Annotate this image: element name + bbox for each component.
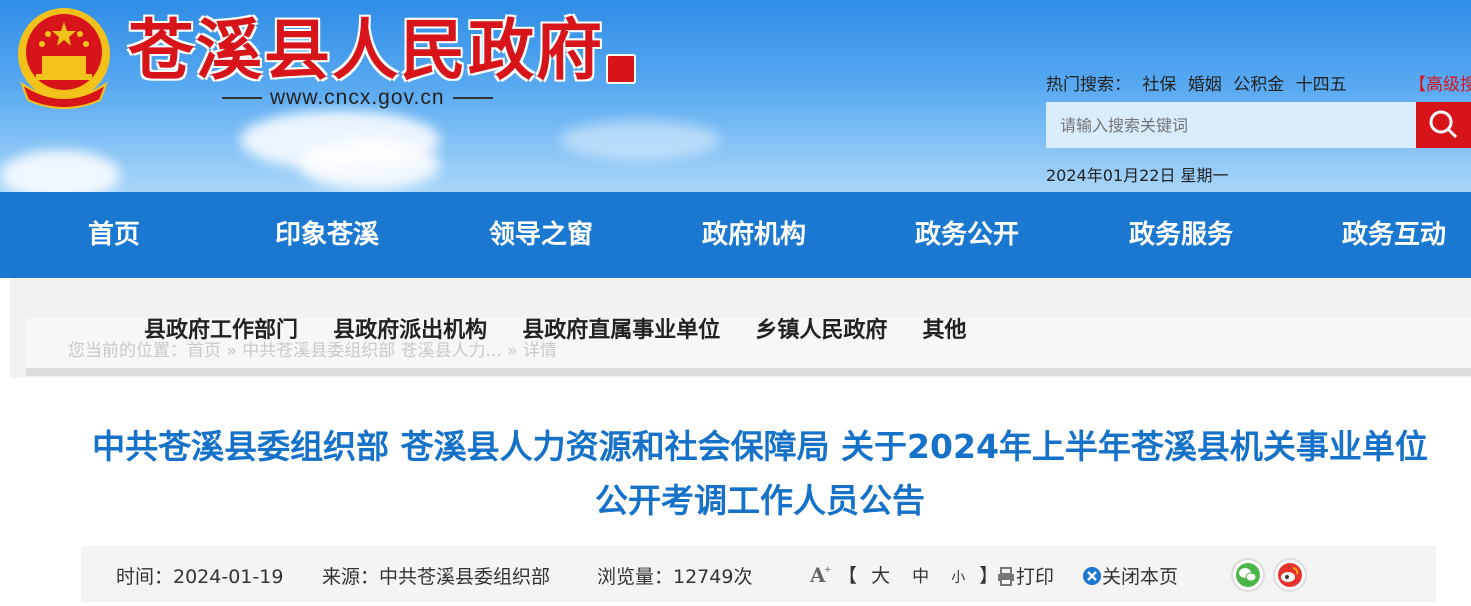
bracket: 【 (838, 565, 858, 587)
hot-search: 热门搜索： 社保 婚姻 公积金 十四五 (1046, 70, 1353, 95)
page: { "header": { "site_title": "苍溪县人民政府", "… (0, 0, 1471, 606)
advanced-search-link[interactable]: 【高级搜 (1409, 70, 1471, 95)
site-header: 苍溪县人民政府 www.cncx.gov.cn 热门搜索： 社保 婚姻 公积金 … (0, 0, 1471, 192)
close-icon (1083, 567, 1101, 585)
search-icon (1429, 110, 1458, 139)
divider (452, 97, 493, 100)
site-title[interactable]: 苍溪县人民政府 (128, 10, 604, 90)
sub-nav-item-townships[interactable]: 乡镇人民政府 (755, 312, 887, 344)
cloud-decoration (0, 150, 120, 192)
hot-search-term[interactable]: 十四五 (1296, 75, 1347, 95)
national-emblem-icon (18, 8, 110, 109)
close-page-label: 关闭本页 (1102, 566, 1179, 588)
font-large-button[interactable]: 大 (871, 561, 890, 588)
hot-search-term[interactable]: 公积金 (1233, 75, 1284, 95)
hot-search-term[interactable]: 婚姻 (1188, 75, 1222, 95)
article-title: 中共苍溪县委组织部 苍溪县人力资源和社会保障局 关于2024年上半年苍溪县机关事… (40, 420, 1471, 528)
close-page-button[interactable]: 关闭本页 (1082, 562, 1178, 589)
article-title-line: 中共苍溪县委组织部 苍溪县人力资源和社会保障局 关于2024年上半年苍溪县机关事… (92, 427, 1428, 466)
search-input[interactable] (1046, 102, 1416, 148)
svg-text:+: + (824, 565, 832, 575)
cloud-decoration (560, 120, 720, 160)
nav-item-home[interactable]: 首页 (88, 192, 140, 278)
sub-nav-item-institutions[interactable]: 县政府直属事业单位 (522, 312, 720, 344)
current-date: 2024年01月22日 星期一 (1046, 166, 1229, 185)
sub-nav-item-other[interactable]: 其他 (922, 312, 966, 344)
sub-nav-item-departments[interactable]: 县政府工作部门 (144, 312, 298, 344)
article-title-line: 公开考调工作人员公告 (595, 481, 925, 520)
site-url: www.cncx.gov.cn (214, 86, 501, 110)
divider (222, 97, 262, 100)
site-url-text: www.cncx.gov.cn (270, 86, 445, 109)
nav-item-gov-services[interactable]: 政务服务 (1129, 192, 1233, 278)
nav-item-leaders[interactable]: 领导之窗 (489, 192, 593, 278)
hot-search-label: 热门搜索： (1046, 75, 1131, 95)
font-medium-button[interactable]: 中 (912, 562, 929, 587)
print-label: 打印 (1016, 566, 1055, 588)
font-size-icon: A + (809, 563, 832, 587)
seal-icon (606, 54, 636, 84)
printer-icon (998, 567, 1014, 586)
hot-search-term[interactable]: 社保 (1142, 75, 1176, 95)
divider (26, 368, 1471, 376)
wechat-share-button[interactable] (1231, 558, 1265, 592)
view-count: 浏览量：12749次 (597, 566, 753, 588)
sub-nav-item-dispatched[interactable]: 县政府派出机构 (333, 312, 487, 344)
nav-item-gov-affairs-open[interactable]: 政务公开 (915, 192, 1019, 278)
print-button[interactable]: 打印 (996, 562, 1054, 589)
search-button[interactable] (1416, 102, 1471, 148)
nav-item-impression[interactable]: 印象苍溪 (275, 192, 379, 278)
main-nav: 首页 印象苍溪 领导之窗 政府机构 政务公开 政务服务 政务互动 (0, 192, 1471, 278)
nav-item-gov-agencies[interactable]: 政府机构 (702, 192, 806, 278)
wechat-icon (1236, 563, 1260, 587)
article-source: 来源：中共苍溪县委组织部 (322, 566, 551, 588)
weibo-icon (1278, 563, 1302, 587)
font-size-control: A + 【 大 中 小 】 (809, 561, 998, 588)
publish-time: 时间：2024-01-19 (116, 566, 284, 588)
nav-item-interaction[interactable]: 政务互动 (1342, 192, 1446, 278)
sub-nav: 县政府工作部门 县政府派出机构 县政府直属事业单位 乡镇人民政府 其他 (144, 312, 996, 344)
cloud-decoration (300, 140, 440, 190)
weibo-share-button[interactable] (1273, 558, 1307, 592)
font-small-button[interactable]: 小 (951, 567, 965, 587)
